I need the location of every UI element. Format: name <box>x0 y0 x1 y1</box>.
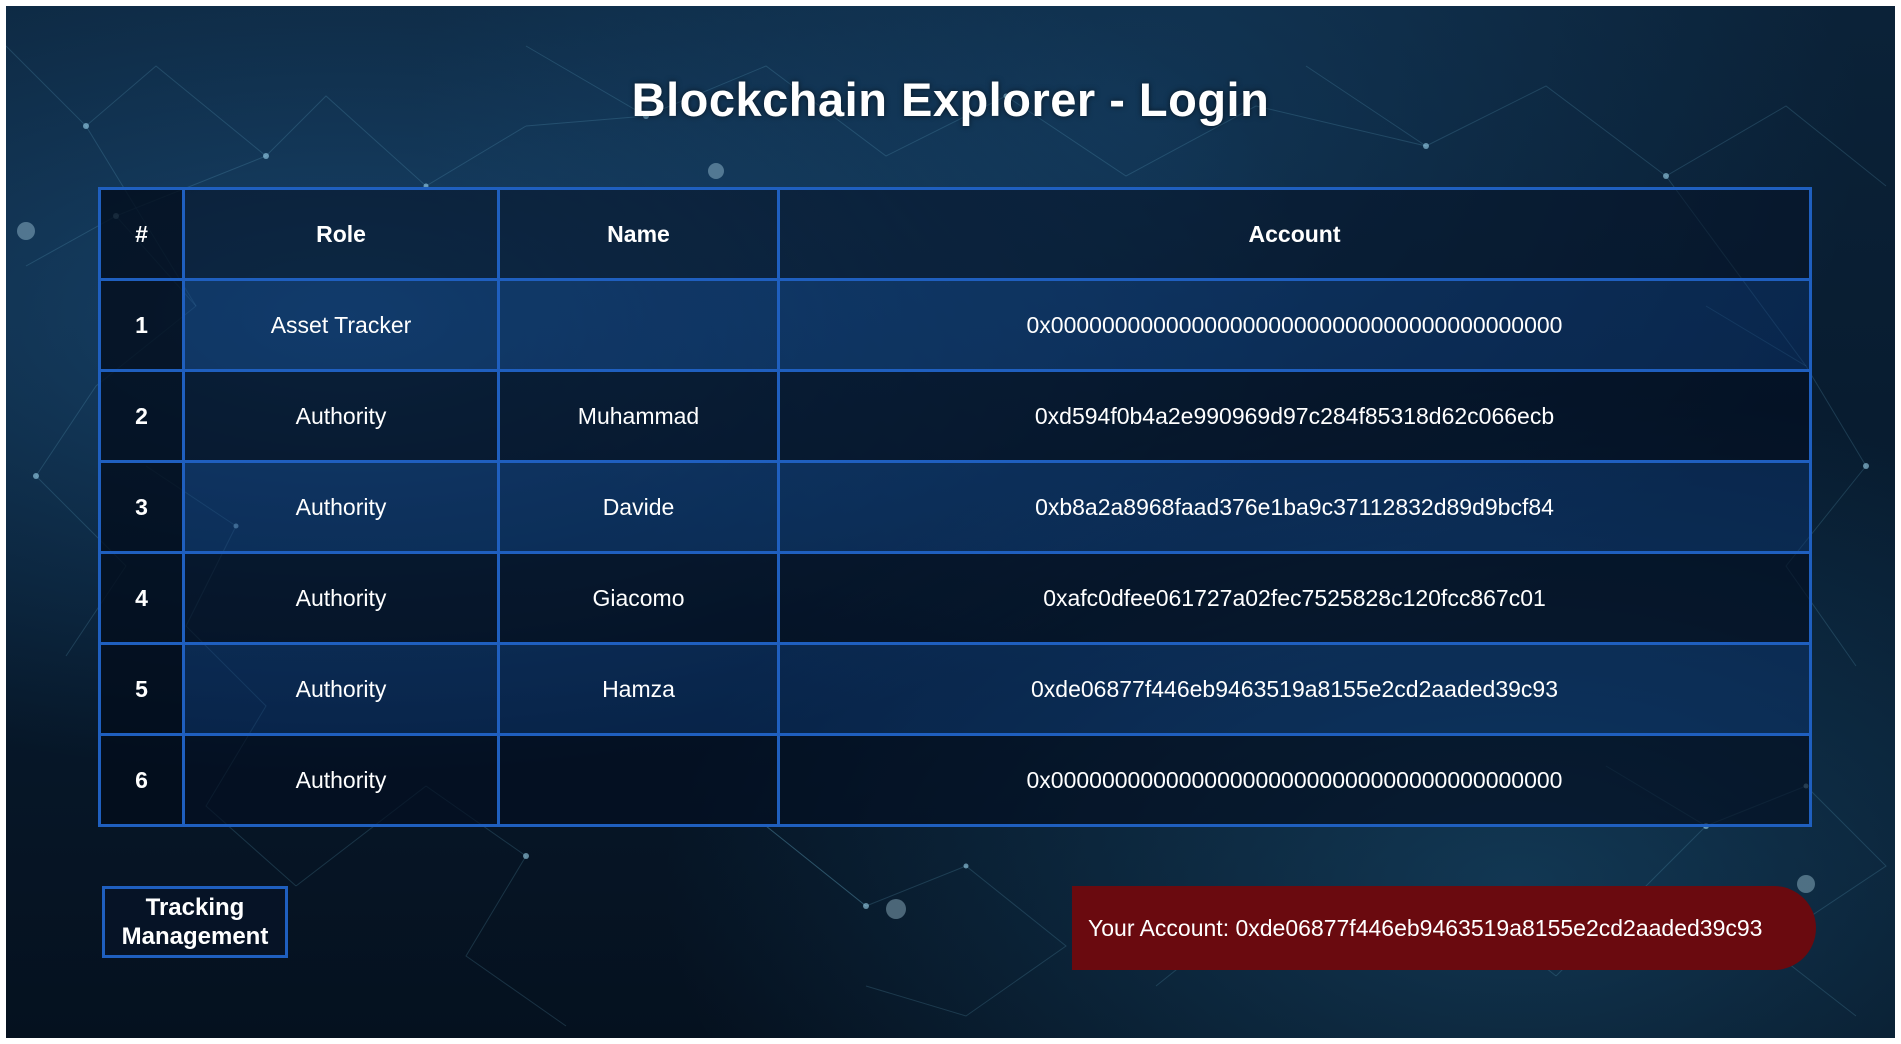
row-name: Giacomo <box>497 551 780 645</box>
row-number: 3 <box>98 460 185 554</box>
column-header-role: Role <box>182 187 500 281</box>
row-account: 0x00000000000000000000000000000000000000… <box>777 733 1812 827</box>
tracking-management-button[interactable]: Tracking Management <box>102 886 288 958</box>
row-account: 0xb8a2a8968faad376e1ba9c37112832d89d9bcf… <box>777 460 1812 554</box>
row-account: 0xafc0dfee061727a02fec7525828c120fcc867c… <box>777 551 1812 645</box>
row-number: 1 <box>98 278 185 372</box>
row-name <box>497 278 780 372</box>
row-role: Authority <box>182 642 500 736</box>
table-header-row: # Role Name Account <box>98 187 1812 281</box>
table-row: 5 Authority Hamza 0xde06877f446eb9463519… <box>98 642 1812 736</box>
table-row: 2 Authority Muhammad 0xd594f0b4a2e990969… <box>98 369 1812 463</box>
table-row: 6 Authority 0x00000000000000000000000000… <box>98 733 1812 827</box>
row-name: Muhammad <box>497 369 780 463</box>
column-header-number: # <box>98 187 185 281</box>
table-row: 3 Authority Davide 0xb8a2a8968faad376e1b… <box>98 460 1812 554</box>
row-name: Hamza <box>497 642 780 736</box>
row-role: Authority <box>182 551 500 645</box>
tracking-management-label: Tracking Management <box>122 893 269 951</box>
tracking-label-line2: Management <box>121 923 269 950</box>
row-role: Asset Tracker <box>182 278 500 372</box>
row-account: 0xd594f0b4a2e990969d97c284f85318d62c066e… <box>777 369 1812 463</box>
row-account: 0x00000000000000000000000000000000000000… <box>777 278 1812 372</box>
table-row: 4 Authority Giacomo 0xafc0dfee061727a02f… <box>98 551 1812 645</box>
row-number: 6 <box>98 733 185 827</box>
row-number: 5 <box>98 642 185 736</box>
app-frame: Blockchain Explorer - Login # Role Name … <box>6 6 1895 1038</box>
page-title: Blockchain Explorer - Login <box>631 73 1270 126</box>
accounts-table: # Role Name Account 1 Asset Tracker 0x00… <box>98 187 1812 827</box>
tracking-label-line1: Tracking <box>145 894 245 921</box>
row-role: Authority <box>182 369 500 463</box>
row-number: 2 <box>98 369 185 463</box>
table-row: 1 Asset Tracker 0x0000000000000000000000… <box>98 278 1812 372</box>
row-number: 4 <box>98 551 185 645</box>
row-name: Davide <box>497 460 780 554</box>
row-role: Authority <box>182 733 500 827</box>
row-account: 0xde06877f446eb9463519a8155e2cd2aaded39c… <box>777 642 1812 736</box>
row-role: Authority <box>182 460 500 554</box>
column-header-name: Name <box>497 187 780 281</box>
your-account-badge: Your Account: 0xde06877f446eb9463519a815… <box>1072 886 1816 970</box>
column-header-account: Account <box>777 187 1812 281</box>
row-name <box>497 733 780 827</box>
